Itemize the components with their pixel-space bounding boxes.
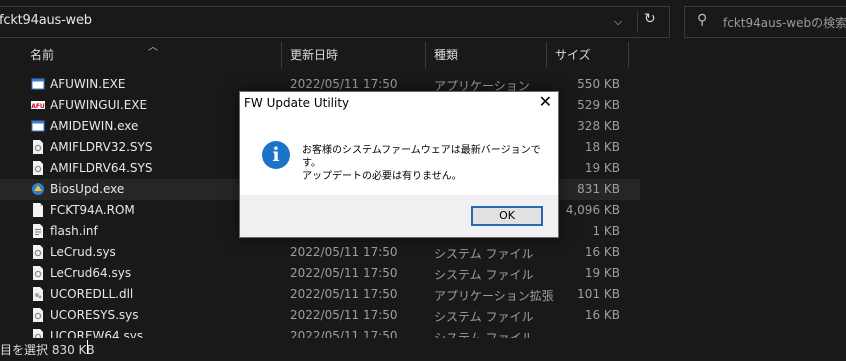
file-size: 16 KB	[584, 245, 620, 259]
search-icon: ⚲	[697, 12, 708, 28]
column-size[interactable]: サイズ	[555, 46, 591, 63]
dialog-footer: OK	[240, 195, 558, 237]
file-name: AMIDEWIN.exe	[50, 119, 139, 133]
column-divider[interactable]	[281, 42, 282, 68]
file-type: システム ファイル	[434, 247, 534, 261]
system-file-icon	[33, 245, 43, 259]
search-input[interactable]: fckt94aus-webの検索	[723, 14, 846, 31]
column-type[interactable]: 種類	[434, 46, 458, 63]
file-size: 16 KB	[584, 308, 620, 322]
file-size: 328 KB	[577, 119, 620, 133]
file-date: 2022/05/11 17:50	[290, 266, 398, 280]
app-window-icon	[31, 120, 45, 132]
file-name: AFUWINGUI.EXE	[50, 98, 148, 112]
bios-update-app-icon	[32, 183, 44, 195]
svg-text:AFU: AFU	[31, 103, 45, 110]
file-size: 831 KB	[577, 182, 620, 196]
file-row[interactable]: LeCrud.sys 2022/05/11 17:50 システム ファイル 16…	[0, 242, 640, 263]
setup-info-file-icon	[33, 224, 43, 238]
file-name: UCOREDLL.dll	[50, 287, 134, 301]
file-name: UCORESYS.sys	[50, 308, 139, 322]
dialog-message-line2: アップデートの必要は有りません。	[302, 171, 462, 182]
file-name: LeCrud.sys	[50, 245, 116, 259]
file-size: 19 KB	[584, 161, 620, 175]
dialog-message-line1: お客様のシステムファームウェアは最新バージョンです。	[302, 145, 541, 169]
file-row[interactable]: UCORESYS.sys 2022/05/11 17:50 システム ファイル …	[0, 305, 640, 326]
info-icon: i	[262, 141, 290, 169]
system-file-icon	[33, 140, 43, 154]
text-cursor	[87, 340, 88, 354]
status-bar: 目を選択 830 KB	[0, 338, 846, 361]
column-divider[interactable]	[425, 42, 426, 68]
refresh-icon[interactable]: ↻	[644, 11, 656, 27]
column-header-row: ︿ 名前 更新日時 種類 サイズ	[0, 42, 846, 68]
address-bar[interactable]: fckt94aus-web ⌵ ↻	[0, 6, 670, 38]
system-file-icon	[33, 308, 43, 322]
system-file-icon	[33, 161, 43, 175]
file-row[interactable]: UCOREDLL.dll 2022/05/11 17:50 アプリケーション拡張…	[0, 284, 640, 305]
column-date[interactable]: 更新日時	[290, 46, 338, 63]
column-divider[interactable]	[546, 42, 547, 68]
search-box[interactable]: ⚲ fckt94aus-webの検索	[684, 6, 846, 38]
status-selection-text: 目を選択 830 KB	[0, 343, 95, 357]
file-size: 1 KB	[592, 224, 620, 238]
file-size: 529 KB	[577, 98, 620, 112]
file-size: 19 KB	[584, 266, 620, 280]
dll-file-icon	[33, 287, 43, 301]
generic-file-icon	[33, 203, 43, 217]
address-divider	[637, 11, 638, 33]
column-divider[interactable]	[628, 42, 629, 68]
file-row[interactable]: LeCrud64.sys 2022/05/11 17:50 システム ファイル …	[0, 263, 640, 284]
address-path[interactable]: fckt94aus-web	[0, 13, 92, 28]
file-name: FCKT94A.ROM	[50, 203, 135, 217]
address-bar-area: fckt94aus-web ⌵ ↻ ⚲ fckt94aus-webの検索	[0, 0, 846, 40]
file-size: 101 KB	[577, 287, 620, 301]
close-icon[interactable]: ✕	[539, 92, 552, 111]
file-size: 550 KB	[577, 77, 620, 91]
file-size: 18 KB	[584, 140, 620, 154]
chevron-down-icon[interactable]: ⌵	[614, 15, 622, 29]
file-name: AMIFLDRV64.SYS	[50, 161, 153, 175]
fw-update-dialog: FW Update Utility ✕ i お客様のシステムファームウェアは最新…	[239, 91, 559, 238]
ok-button[interactable]: OK	[471, 206, 543, 226]
file-name: BiosUpd.exe	[50, 182, 125, 196]
system-file-icon	[33, 266, 43, 280]
file-name: LeCrud64.sys	[50, 266, 132, 280]
file-size: 4,096 KB	[565, 203, 620, 217]
dialog-message: お客様のシステムファームウェアは最新バージョンです。 アップデートの必要は有りま…	[302, 144, 558, 183]
file-date: 2022/05/11 17:50	[290, 308, 398, 322]
file-type: システム ファイル	[434, 268, 534, 282]
file-date: 2022/05/11 17:50	[290, 287, 398, 301]
app-window-icon	[31, 78, 45, 90]
file-date: 2022/05/11 17:50	[290, 245, 398, 259]
file-name: flash.inf	[50, 224, 98, 238]
column-name[interactable]: 名前	[30, 46, 54, 63]
file-date: 2022/05/11 17:50	[290, 77, 398, 91]
file-name: AFUWIN.EXE	[50, 77, 126, 91]
afu-gui-app-icon: AFU	[31, 101, 45, 110]
file-type: システム ファイル	[434, 310, 534, 324]
file-name: AMIFLDRV32.SYS	[50, 140, 153, 154]
sort-up-icon: ︿	[148, 42, 158, 53]
file-type: アプリケーション拡張	[434, 289, 554, 303]
dialog-title: FW Update Utility	[244, 96, 350, 110]
